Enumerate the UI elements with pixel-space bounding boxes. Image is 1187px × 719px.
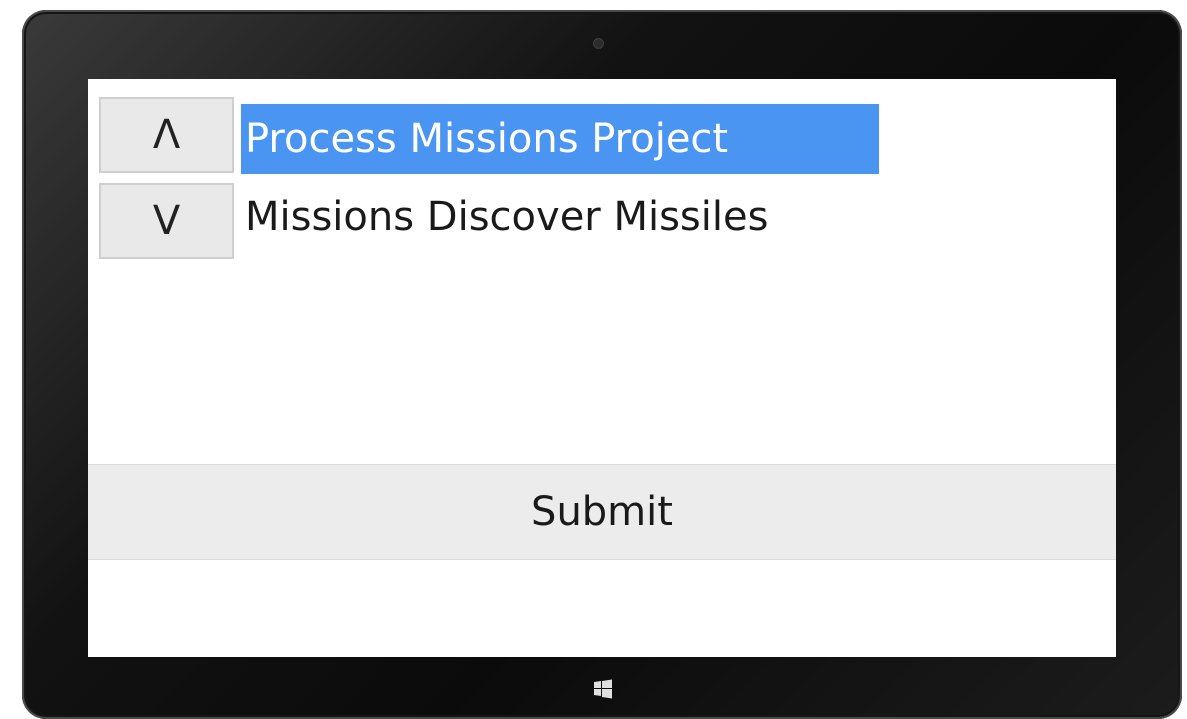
windows-logo-icon[interactable] <box>593 679 613 699</box>
move-down-button[interactable]: V <box>99 183 234 259</box>
list-item[interactable]: Missions Discover Missiles <box>241 182 772 252</box>
windows-logo-svg <box>594 679 612 699</box>
tablet-bezel: Λ V Process Missions Project Missions Di… <box>22 10 1182 719</box>
move-up-button[interactable]: Λ <box>99 97 234 173</box>
camera-icon <box>594 39 603 48</box>
move-up-label: Λ <box>152 112 181 158</box>
move-down-label: V <box>152 198 181 244</box>
list-item-selected[interactable]: Process Missions Project <box>241 104 879 174</box>
app-screen: Λ V Process Missions Project Missions Di… <box>88 79 1116 657</box>
submit-button[interactable]: Submit <box>88 464 1116 560</box>
